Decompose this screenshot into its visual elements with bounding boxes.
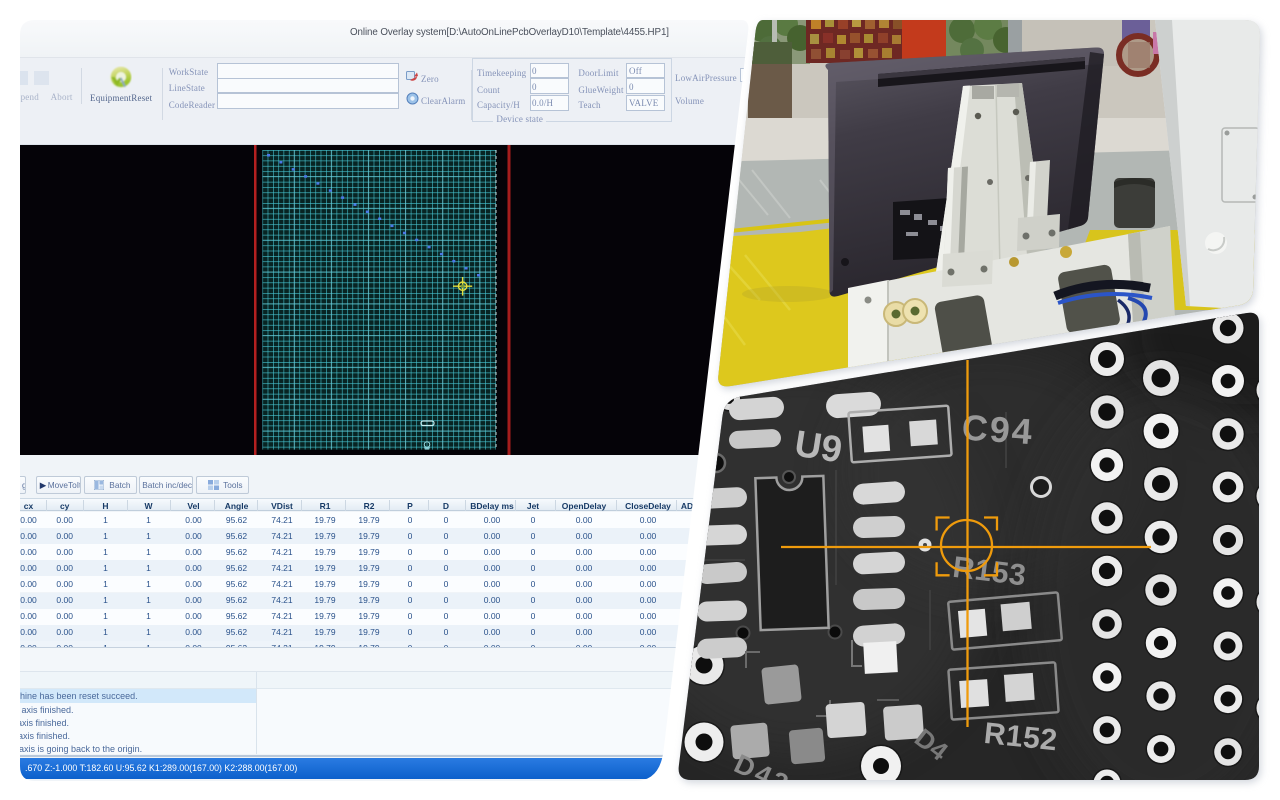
svg-text:C94: C94 xyxy=(961,406,1036,452)
svg-text:U9: U9 xyxy=(792,423,845,471)
